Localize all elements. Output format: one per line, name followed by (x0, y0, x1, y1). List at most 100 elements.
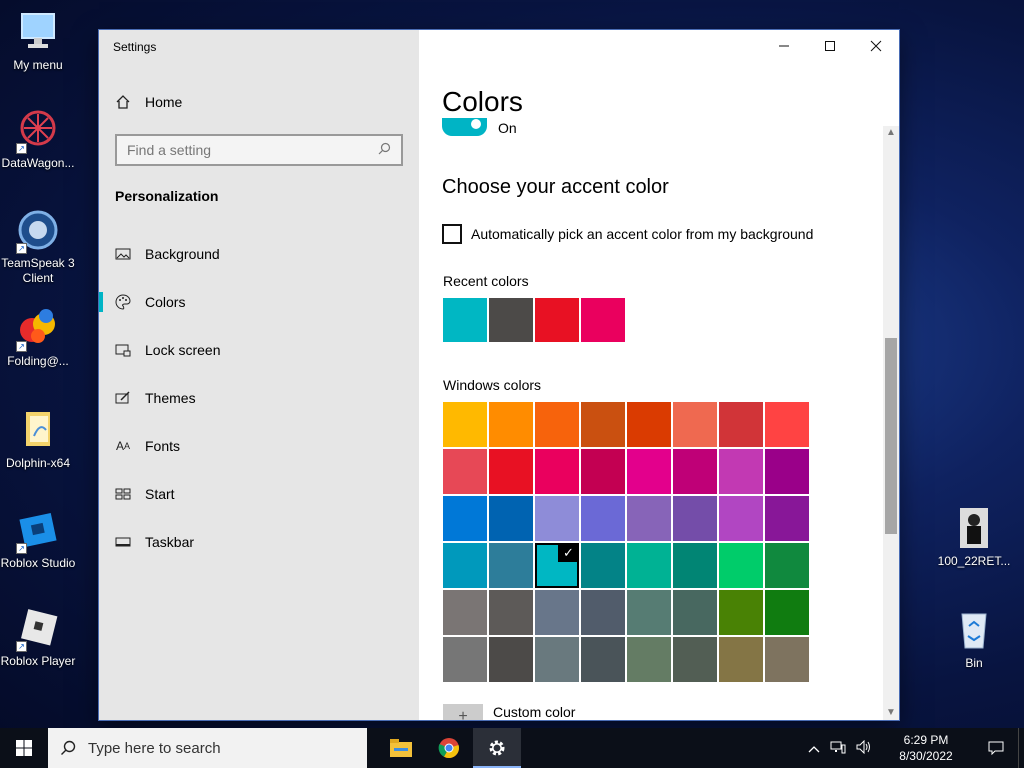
windows-color-swatch[interactable] (535, 449, 579, 494)
desktop-icon-folding[interactable]: ↗ Folding@... (0, 306, 78, 369)
taskbar-chrome[interactable] (425, 728, 473, 768)
desktop-icon-label: 100_22RET... (937, 554, 1011, 568)
windows-color-swatch[interactable] (719, 637, 763, 682)
windows-color-swatch[interactable] (673, 402, 717, 447)
windows-color-swatch[interactable] (673, 590, 717, 635)
desktop-icon-teamspeak[interactable]: ↗ TeamSpeak 3 Client (0, 208, 78, 286)
custom-color-button[interactable]: + Custom color (443, 704, 575, 720)
windows-color-swatch[interactable] (765, 402, 809, 447)
windows-color-swatch[interactable] (765, 496, 809, 541)
auto-pick-accent-checkbox-row[interactable]: Automatically pick an accent color from … (442, 224, 813, 244)
monitor-icon (16, 10, 60, 54)
windows-color-swatch[interactable] (627, 637, 671, 682)
windows-color-swatch[interactable] (535, 637, 579, 682)
show-desktop-button[interactable] (1018, 728, 1024, 768)
windows-color-swatch[interactable] (627, 543, 671, 588)
auto-pick-accent-checkbox[interactable] (442, 224, 462, 244)
taskbar-settings[interactable] (473, 728, 521, 768)
recent-color-swatch[interactable] (535, 298, 579, 342)
scroll-down-icon[interactable]: ▼ (883, 706, 899, 720)
windows-color-swatch[interactable] (673, 637, 717, 682)
desktop-icon-bin[interactable]: Bin (934, 608, 1014, 671)
desktop-icon-datawagon[interactable]: ↗ DataWagon... (0, 108, 78, 171)
windows-color-swatch[interactable] (443, 402, 487, 447)
windows-color-swatch[interactable] (535, 590, 579, 635)
shortcut-arrow-icon: ↗ (16, 543, 27, 554)
windows-color-swatch[interactable] (489, 496, 533, 541)
windows-color-swatch[interactable] (673, 449, 717, 494)
windows-color-swatch[interactable] (719, 449, 763, 494)
desktop-icon-label: DataWagon... (1, 156, 75, 170)
windows-color-swatch[interactable] (443, 496, 487, 541)
windows-color-swatch[interactable] (719, 543, 763, 588)
windows-color-swatch[interactable] (765, 449, 809, 494)
windows-color-swatch[interactable] (489, 590, 533, 635)
nav-section-title: Personalization (115, 188, 219, 204)
windows-color-swatch[interactable] (443, 590, 487, 635)
settings-gear-icon (489, 740, 505, 756)
scroll-up-icon[interactable]: ▲ (883, 126, 899, 140)
windows-color-swatch[interactable] (581, 590, 625, 635)
nav-item-fonts[interactable]: AA Fonts (99, 422, 419, 470)
recent-color-swatch[interactable] (443, 298, 487, 342)
notification-center-button[interactable] (974, 728, 1018, 768)
windows-color-swatch[interactable] (489, 449, 533, 494)
nav-item-colors[interactable]: Colors (99, 278, 419, 326)
windows-color-swatch[interactable]: ✓ (535, 543, 579, 588)
windows-color-swatch[interactable] (443, 543, 487, 588)
content-scrollbar[interactable]: ▲ ▼ (883, 126, 899, 720)
nav-item-lock-screen[interactable]: Lock screen (99, 326, 419, 374)
transparency-toggle[interactable] (442, 118, 487, 136)
nav-item-taskbar[interactable]: Taskbar (99, 518, 419, 566)
network-icon[interactable] (830, 740, 846, 757)
nav-item-background[interactable]: Background (99, 230, 419, 278)
scrollbar-thumb[interactable] (885, 338, 897, 534)
desktop-icon-roblox-studio[interactable]: ↗ Roblox Studio (0, 508, 78, 571)
windows-color-swatch[interactable] (489, 402, 533, 447)
shortcut-arrow-icon: ↗ (16, 143, 27, 154)
windows-color-swatch[interactable] (581, 543, 625, 588)
windows-color-swatch[interactable] (719, 590, 763, 635)
windows-color-swatch[interactable] (765, 637, 809, 682)
recent-color-swatch[interactable] (581, 298, 625, 342)
desktop-icon-photo[interactable]: 100_22RET... (934, 506, 1014, 569)
nav-home[interactable]: Home (115, 94, 182, 110)
windows-color-swatch[interactable] (489, 637, 533, 682)
folding-icon: ↗ (16, 306, 60, 352)
windows-color-swatch[interactable] (443, 449, 487, 494)
windows-color-swatch[interactable] (581, 402, 625, 447)
windows-color-swatch[interactable] (535, 496, 579, 541)
windows-color-swatch[interactable] (719, 496, 763, 541)
windows-color-swatch[interactable] (489, 543, 533, 588)
start-button[interactable] (0, 728, 48, 768)
windows-color-swatch[interactable] (581, 496, 625, 541)
windows-color-swatch[interactable] (627, 590, 671, 635)
chevron-up-icon[interactable] (808, 741, 820, 756)
taskbar-clock[interactable]: 6:29 PM 8/30/2022 (886, 732, 966, 764)
windows-color-swatch[interactable] (581, 637, 625, 682)
taskbar-search-box[interactable]: Type here to search (48, 728, 367, 768)
windows-color-swatch[interactable] (581, 449, 625, 494)
windows-color-swatch[interactable] (673, 496, 717, 541)
windows-color-swatch[interactable] (765, 590, 809, 635)
nav-item-start[interactable]: Start (99, 470, 419, 518)
desktop-icon-my-menu[interactable]: My menu (0, 10, 78, 73)
taskbar-file-explorer[interactable] (377, 728, 425, 768)
auto-pick-accent-label: Automatically pick an accent color from … (471, 226, 814, 242)
settings-search-input[interactable]: Find a setting (115, 134, 403, 166)
desktop-icon-roblox-player[interactable]: ↗ Roblox Player (0, 606, 78, 669)
windows-color-swatch[interactable] (719, 402, 763, 447)
desktop-icon-dolphin[interactable]: Dolphin-x64 (0, 408, 78, 471)
nav-item-themes[interactable]: Themes (99, 374, 419, 422)
volume-icon[interactable] (856, 739, 872, 757)
shortcut-arrow-icon: ↗ (16, 243, 27, 254)
windows-color-swatch[interactable] (627, 402, 671, 447)
windows-color-swatch[interactable] (535, 402, 579, 447)
windows-color-swatch[interactable] (673, 543, 717, 588)
windows-color-swatch[interactable] (627, 496, 671, 541)
windows-color-swatch[interactable] (443, 637, 487, 682)
windows-color-swatch[interactable] (627, 449, 671, 494)
windows-color-swatch[interactable] (765, 543, 809, 588)
accent-color-heading: Choose your accent color (442, 176, 669, 198)
recent-color-swatch[interactable] (489, 298, 533, 342)
